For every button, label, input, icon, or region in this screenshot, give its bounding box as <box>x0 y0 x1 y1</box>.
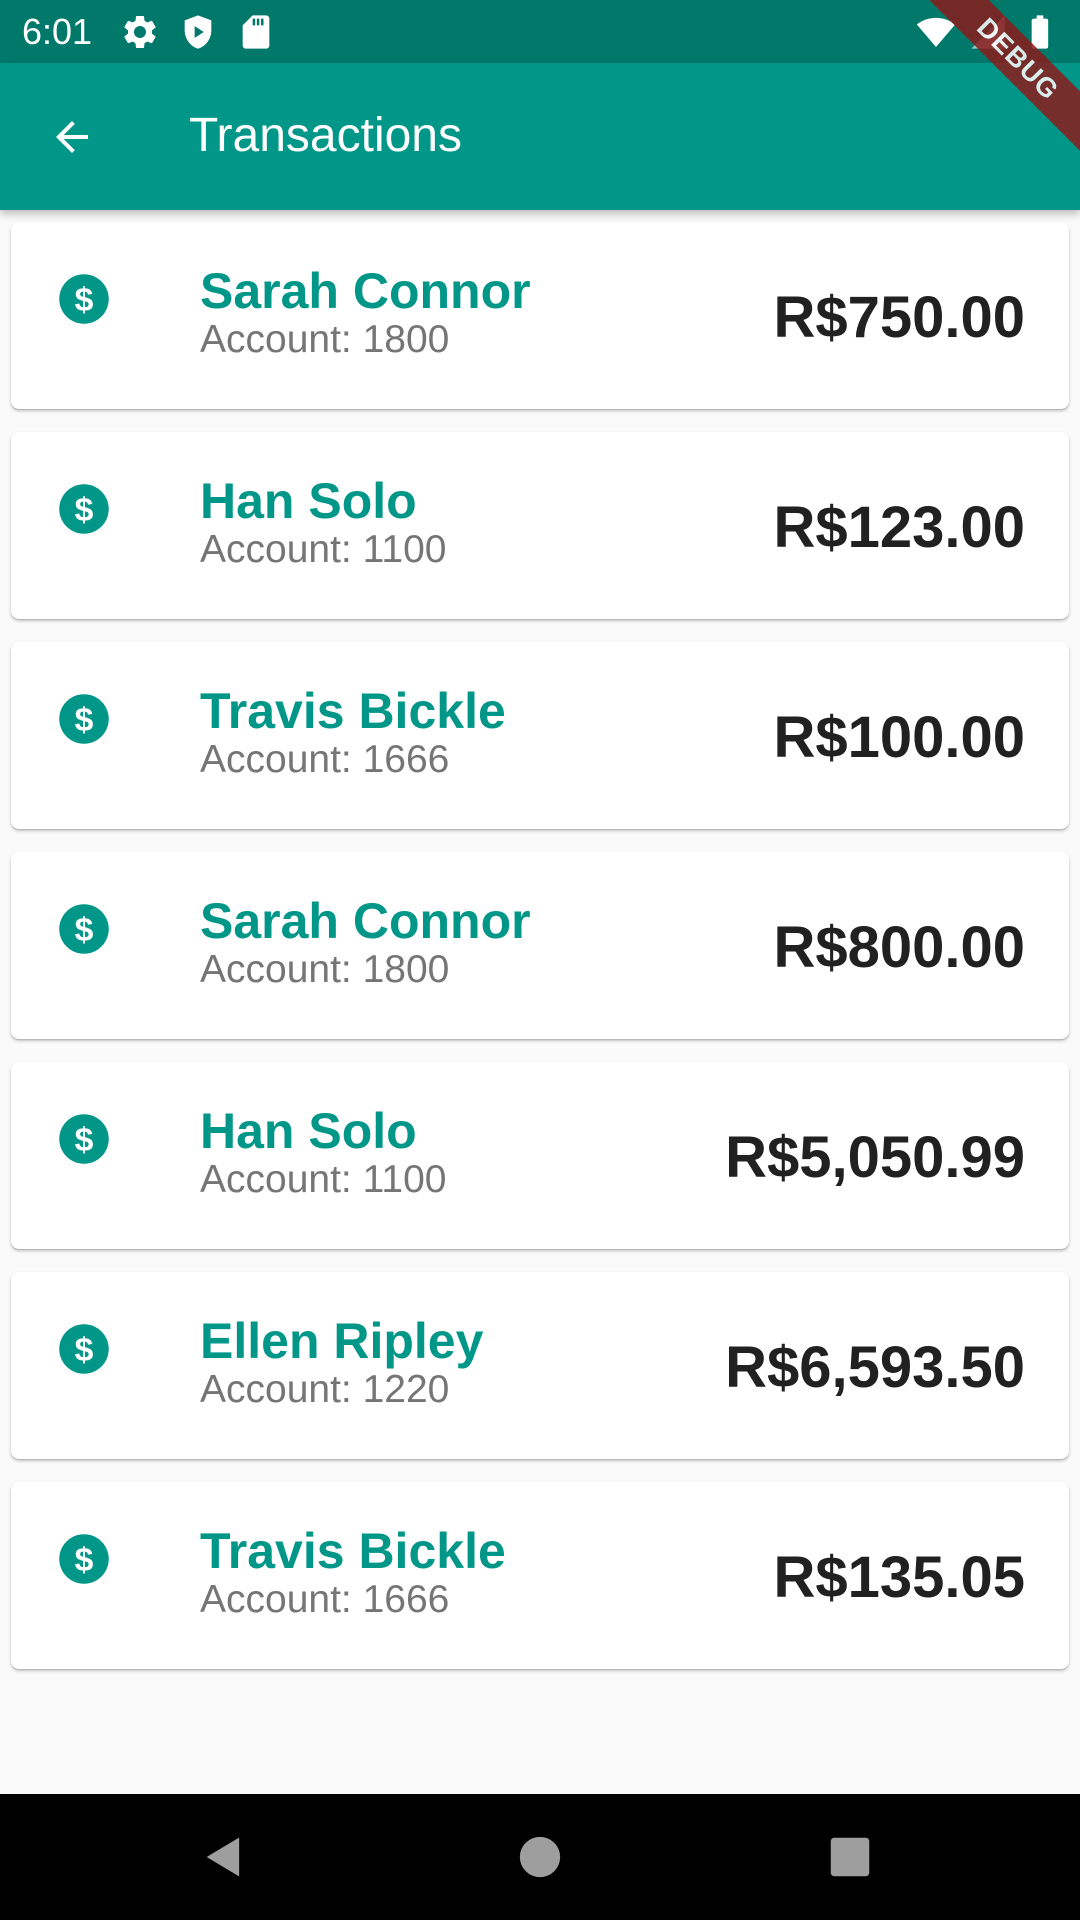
monetization-on-icon: $ <box>59 1324 109 1374</box>
svg-text:$: $ <box>75 701 94 739</box>
transaction-card[interactable]: $ Han Solo Account: 1100 R$5,050.99 <box>11 1062 1069 1249</box>
transaction-name: Han Solo <box>200 473 417 529</box>
transaction-account: Account: 1666 <box>200 1578 450 1621</box>
transaction-account: Account: 1100 <box>200 528 447 571</box>
transaction-name: Han Solo <box>200 1103 417 1159</box>
svg-text:$: $ <box>75 1331 94 1369</box>
monetization-on-icon: $ <box>59 1114 109 1164</box>
status-bar: 6:01 <box>0 0 1080 63</box>
recents-square-icon <box>830 1837 870 1877</box>
transaction-amount: R$100.00 <box>773 705 1025 770</box>
transaction-amount: R$750.00 <box>773 285 1025 350</box>
nav-recents-button[interactable] <box>818 1825 882 1889</box>
svg-text:$: $ <box>75 281 94 319</box>
transaction-amount: R$800.00 <box>773 915 1025 980</box>
transaction-name: Sarah Connor <box>200 893 531 949</box>
monetization-on-icon: $ <box>59 274 109 324</box>
monetization-on-icon: $ <box>59 484 109 534</box>
transaction-card[interactable]: $ Han Solo Account: 1100 R$123.00 <box>11 432 1069 619</box>
status-icons-left <box>120 12 276 52</box>
transaction-name: Ellen Ripley <box>200 1313 484 1369</box>
sd-card-icon <box>236 12 276 52</box>
transaction-account: Account: 1100 <box>200 1158 447 1201</box>
status-time: 6:01 <box>22 11 93 52</box>
transaction-card[interactable]: $ Sarah Connor Account: 1800 R$800.00 <box>11 852 1069 1039</box>
monetization-on-icon: $ <box>59 694 109 744</box>
svg-text:$: $ <box>75 1121 94 1159</box>
transaction-card[interactable]: $ Sarah Connor Account: 1800 R$750.00 <box>11 222 1069 409</box>
transaction-account: Account: 1800 <box>200 948 450 991</box>
nav-home-button[interactable] <box>508 1825 572 1889</box>
svg-text:$: $ <box>75 911 94 949</box>
transaction-amount: R$123.00 <box>773 495 1025 560</box>
nav-back-button[interactable] <box>192 1825 256 1889</box>
monetization-on-icon: $ <box>59 1534 109 1584</box>
transaction-amount: R$135.05 <box>773 1545 1025 1610</box>
play-protect-icon <box>178 12 218 52</box>
system-nav-bar <box>0 1794 1080 1920</box>
settings-icon <box>120 12 160 52</box>
transaction-account: Account: 1220 <box>200 1368 450 1411</box>
back-button[interactable] <box>34 99 110 175</box>
svg-text:$: $ <box>75 1541 94 1579</box>
transaction-name: Travis Bickle <box>200 1523 506 1579</box>
page-title: Transactions <box>189 109 462 162</box>
transaction-account: Account: 1800 <box>200 318 450 361</box>
transaction-card[interactable]: $ Travis Bickle Account: 1666 R$100.00 <box>11 642 1069 829</box>
transaction-name: Travis Bickle <box>200 683 506 739</box>
home-circle-icon <box>519 1836 561 1878</box>
transaction-amount: R$6,593.50 <box>725 1335 1025 1400</box>
transaction-card[interactable]: $ Ellen Ripley Account: 1220 R$6,593.50 <box>11 1272 1069 1459</box>
transaction-card[interactable]: $ Travis Bickle Account: 1666 R$135.05 <box>11 1482 1069 1669</box>
arrow-back-icon <box>56 121 88 153</box>
transaction-name: Sarah Connor <box>200 263 531 319</box>
svg-text:$: $ <box>75 491 94 529</box>
monetization-on-icon: $ <box>59 904 109 954</box>
app-bar: Transactions <box>0 63 1080 210</box>
transaction-account: Account: 1666 <box>200 738 450 781</box>
transaction-amount: R$5,050.99 <box>725 1125 1025 1190</box>
back-triangle-icon <box>206 1837 240 1877</box>
